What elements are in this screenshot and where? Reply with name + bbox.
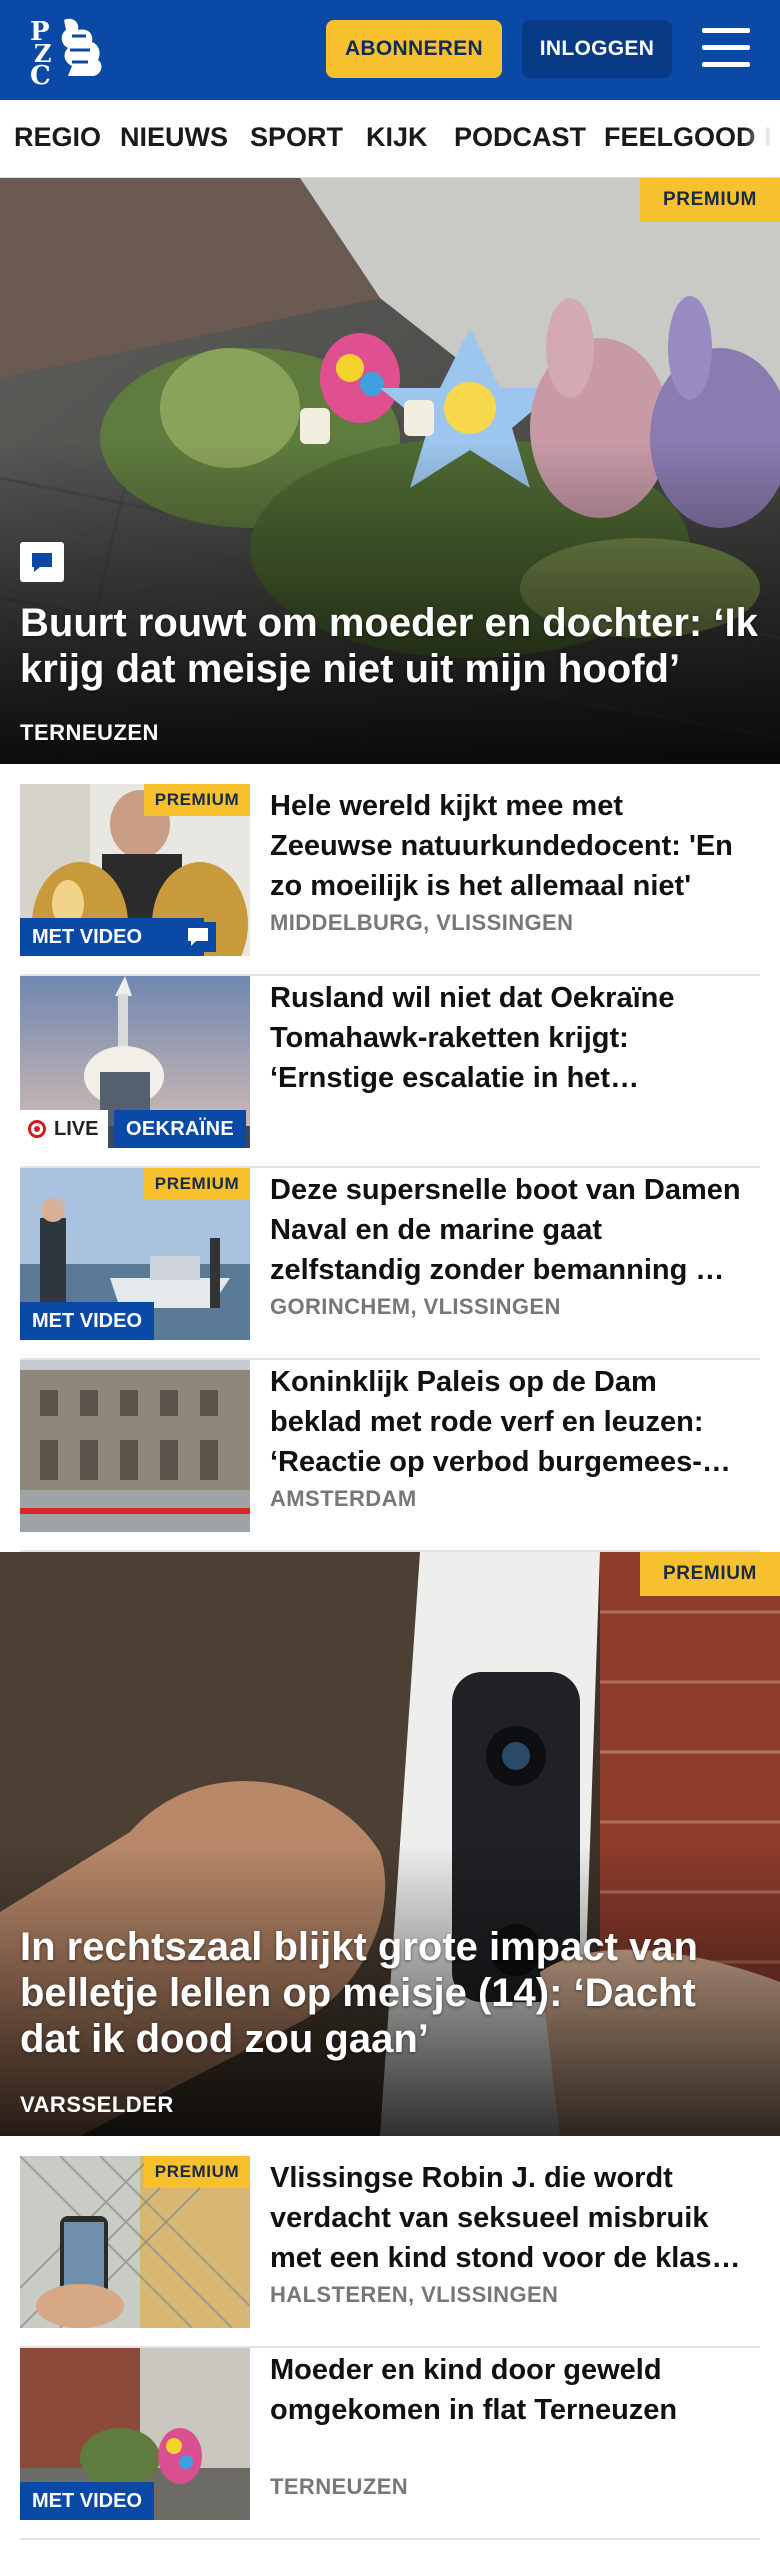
login-button[interactable]: INLOGGEN <box>522 20 672 78</box>
premium-badge: PREMIUM <box>640 1552 780 1596</box>
premium-badge: PREMIUM <box>144 784 250 816</box>
article-title[interactable]: Moeder en kind door geweld omgekomen in … <box>270 2350 750 2430</box>
article-title[interactable]: Vlissingse Robin J. die wordt verdacht v… <box>270 2158 750 2278</box>
article-title[interactable]: Rusland wil niet dat Oekraïne Tomahawk-r… <box>270 978 750 1098</box>
featured-article[interactable]: PREMIUM In rechtszaal blijkt grote impac… <box>0 1552 780 2136</box>
live-badge: LIVE <box>20 1110 109 1148</box>
pzc-logo[interactable]: P Z C <box>28 14 112 91</box>
article-thumbnail: LIVE OEKRAÏNE <box>20 976 250 1148</box>
video-badge: MET VIDEO <box>20 2482 155 2520</box>
featured-article-title[interactable]: In rechtszaal blijkt grote impact van be… <box>20 1924 760 2062</box>
list-item[interactable]: LIVE OEKRAÏNE Rusland wil niet dat Oekra… <box>20 976 760 1168</box>
list-item[interactable]: MET VIDEO Moeder en kind door geweld omg… <box>20 2348 760 2540</box>
live-label: LIVE <box>54 1117 99 1140</box>
article-location: TERNEUZEN <box>270 2474 409 2499</box>
article-thumbnail: PREMIUM MET VIDEO <box>20 784 250 956</box>
nav-item-podcast[interactable]: PODCAST <box>454 122 586 153</box>
video-badge: MET VIDEO <box>20 918 205 956</box>
lead-article-title[interactable]: Buurt rouwt om moeder en dochter: ‘Ik kr… <box>20 600 760 692</box>
list-item[interactable]: PREMIUM Vlissingse Robin J. die wordt ve… <box>20 2156 760 2348</box>
nav-item-sport[interactable]: SPORT <box>250 122 343 153</box>
comment-icon <box>20 542 64 582</box>
list-item[interactable]: PREMIUM MET VIDEO Hele wereld kijkt mee … <box>20 784 760 976</box>
article-thumbnail <box>20 1360 250 1532</box>
lead-article[interactable]: PREMIUM Buurt rouwt om moeder en dochter… <box>0 178 780 764</box>
video-badge: MET VIDEO <box>20 1302 155 1340</box>
premium-badge: PREMIUM <box>144 1168 250 1200</box>
article-title[interactable]: Koninklijk Paleis op de Dam beklad met r… <box>270 1362 750 1482</box>
subscribe-button[interactable]: ABONNEREN <box>326 20 502 78</box>
nav-item-kijk[interactable]: KIJK <box>366 122 428 153</box>
premium-badge: PREMIUM <box>144 2156 250 2188</box>
list-item[interactable]: PREMIUM MET VIDEO Deze supersnelle boot … <box>20 1168 760 1360</box>
hamburger-menu-icon[interactable] <box>700 24 754 72</box>
site-header: P Z C ABONNEREN INLOGGEN <box>0 0 780 100</box>
nav-fade <box>744 100 780 177</box>
lead-article-location: TERNEUZEN <box>20 720 159 745</box>
nav-item-feelgood[interactable]: FEELGOOD <box>604 122 756 153</box>
list-item[interactable]: Koninklijk Paleis op de Dam beklad met r… <box>20 1360 760 1552</box>
live-indicator-icon <box>28 1120 46 1138</box>
svg-text:C: C <box>30 61 51 86</box>
section-nav: REGIO NIEUWS SPORT KIJK PODCAST FEELGOOD… <box>0 100 780 178</box>
article-thumbnail: PREMIUM <box>20 2156 250 2328</box>
article-title[interactable]: Deze supersnelle boot van Damen Naval en… <box>270 1170 750 1290</box>
article-location: HALSTEREN, VLISSINGEN <box>270 2282 559 2307</box>
featured-article-location: VARSSELDER <box>20 2092 174 2117</box>
article-title[interactable]: Hele wereld kijkt mee met Zeeuwse natuur… <box>270 786 750 906</box>
article-thumbnail: MET VIDEO <box>20 2348 250 2520</box>
premium-badge: PREMIUM <box>640 178 780 222</box>
comment-icon <box>180 922 216 952</box>
nav-item-nieuws[interactable]: NIEUWS <box>120 122 228 153</box>
topic-badge: OEKRAÏNE <box>114 1110 246 1148</box>
article-location: MIDDELBURG, VLISSINGEN <box>270 910 574 935</box>
article-thumbnail: PREMIUM MET VIDEO <box>20 1168 250 1340</box>
nav-item-regio[interactable]: REGIO <box>14 122 101 153</box>
article-location: AMSTERDAM <box>270 1486 417 1511</box>
article-location: GORINCHEM, VLISSINGEN <box>270 1294 561 1319</box>
